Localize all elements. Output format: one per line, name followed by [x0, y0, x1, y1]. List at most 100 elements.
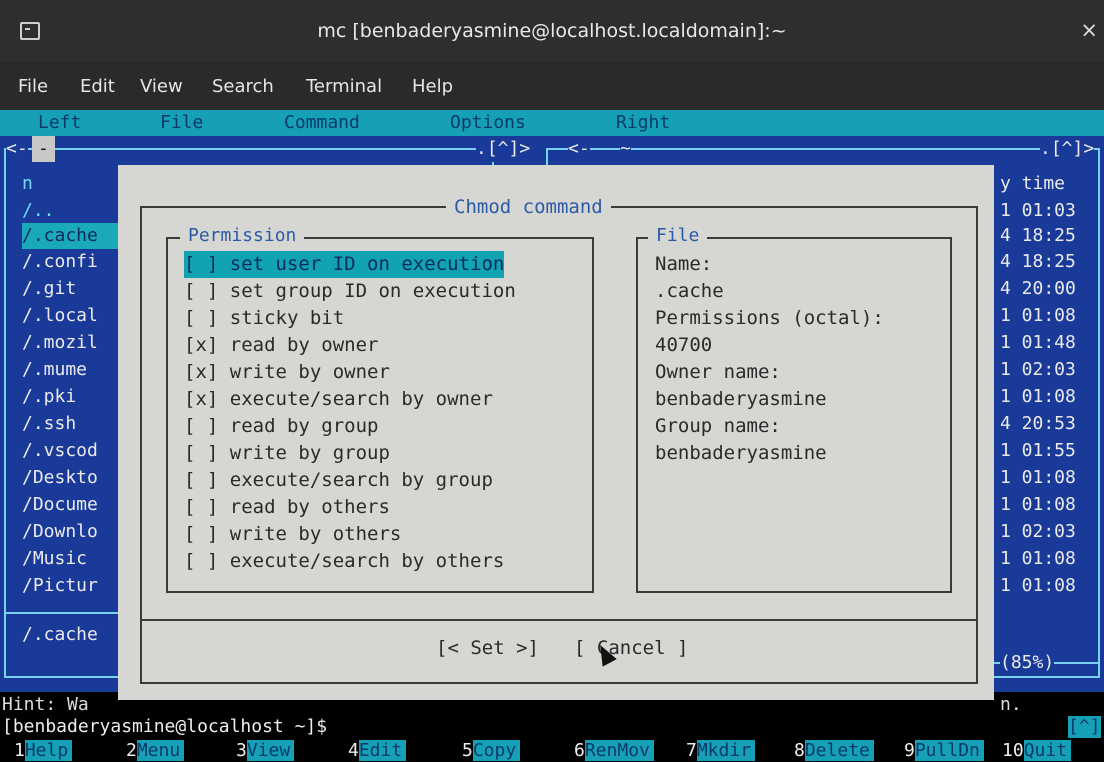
perm-checkbox[interactable]: [ ] [184, 280, 218, 302]
perm-label: write by group [229, 442, 390, 464]
time-cell: 1 01:08 [1000, 305, 1076, 326]
perm-checkbox[interactable]: [ ] [184, 469, 218, 491]
file-item[interactable]: /.pki [22, 384, 76, 410]
perm-checkbox[interactable]: [ ] [184, 442, 218, 464]
permissions-octal-label: Permissions (octal): [655, 307, 884, 329]
perm-label: write by owner [229, 361, 390, 383]
set-button[interactable]: [< Set >] [436, 635, 539, 662]
perm-checkbox[interactable]: [x] [184, 334, 218, 356]
perm-label: read by others [229, 496, 390, 518]
mc-menu-command[interactable]: Command [284, 110, 360, 136]
owner-name-label: Owner name: [655, 361, 781, 383]
perm-setuid[interactable]: [ ] set user ID on execution [184, 251, 505, 278]
perm-owner-exec[interactable]: [x] execute/search by owner [184, 386, 493, 413]
right-panel-hist[interactable]: .[^]> [1040, 136, 1095, 162]
perm-group-write[interactable]: [ ] write by group [184, 440, 390, 467]
fkey-menu[interactable]: 2Menu [126, 740, 185, 762]
time-cell: 1 02:03 [1000, 359, 1076, 380]
fkey-help[interactable]: 1Help [14, 740, 73, 762]
shell-prompt[interactable]: [benbaderyasmine@localhost ~]$ [^] [0, 716, 1104, 738]
mc-menu-right[interactable]: Right [616, 110, 670, 136]
column-header[interactable]: y time [1000, 171, 1065, 197]
time-cell: 1 01:55 [1000, 440, 1076, 461]
perm-checkbox[interactable]: [x] [184, 388, 218, 410]
perm-others-read[interactable]: [ ] read by others [184, 494, 390, 521]
menu-file[interactable]: File [18, 76, 48, 97]
menu-terminal[interactable]: Terminal [306, 76, 382, 97]
file-info-label: File [648, 225, 708, 247]
file-item[interactable]: /.mozil [22, 330, 98, 356]
file-item-selected[interactable]: /.cache [22, 223, 118, 249]
file-item[interactable]: n [22, 171, 33, 197]
file-item[interactable]: /Music [22, 546, 87, 572]
group-name-value: benbaderyasmine [655, 442, 827, 464]
perm-checkbox[interactable]: [ ] [184, 496, 218, 518]
menu-help[interactable]: Help [412, 76, 453, 97]
perm-checkbox[interactable]: [ ] [184, 415, 218, 437]
menu-view[interactable]: View [140, 76, 183, 97]
perm-owner-read[interactable]: [x] read by owner [184, 332, 379, 359]
owner-name-value: benbaderyasmine [655, 388, 827, 410]
perm-label: read by owner [229, 334, 379, 356]
time-cell: 1 01:08 [1000, 548, 1076, 569]
close-icon[interactable]: × [1080, 18, 1098, 42]
perm-others-exec[interactable]: [ ] execute/search by others [184, 548, 504, 575]
right-panel-arrow[interactable]: <- [568, 136, 590, 162]
name-value: .cache [655, 280, 724, 302]
file-item[interactable]: /.confi [22, 249, 98, 275]
perm-label: execute/search by others [229, 550, 505, 572]
file-item[interactable]: /.mume [22, 357, 87, 383]
mc-menu-left[interactable]: Left [38, 110, 81, 136]
mc-menu-file[interactable]: File [160, 110, 203, 136]
fkey-view[interactable]: 3View [236, 740, 295, 762]
perm-checkbox[interactable]: [ ] [184, 523, 218, 545]
file-item[interactable]: /.local [22, 303, 98, 329]
fkey-pulldn[interactable]: 9PullDn [904, 740, 984, 762]
perm-checkbox[interactable]: [x] [184, 361, 218, 383]
left-panel-sort-button[interactable]: - [32, 136, 55, 162]
time-cell: 1 02:03 [1000, 521, 1076, 542]
perm-label: read by group [229, 415, 379, 437]
file-item[interactable]: /Docume [22, 492, 98, 518]
file-item[interactable]: /Deskto [22, 465, 98, 491]
perm-setgid[interactable]: [ ] set group ID on execution [184, 278, 516, 305]
time-cell: 1 01:08 [1000, 575, 1076, 596]
file-item[interactable]: /Pictur [22, 573, 98, 599]
window-titlebar: mc [benbaderyasmine@localhost.localdomai… [0, 0, 1104, 62]
perm-group-exec[interactable]: [ ] execute/search by group [184, 467, 493, 494]
perm-label: write by others [229, 523, 402, 545]
fkey-quit[interactable]: 10Quit [1002, 740, 1072, 762]
perm-sticky[interactable]: [ ] sticky bit [184, 305, 344, 332]
perm-checkbox[interactable]: [ ] [184, 253, 218, 275]
prompt-history-button[interactable]: [^] [1068, 716, 1101, 738]
left-panel-arrow[interactable]: <- [6, 136, 28, 162]
menu-search[interactable]: Search [212, 76, 274, 97]
file-item[interactable]: /.git [22, 276, 76, 302]
name-label: Name: [655, 253, 713, 275]
cancel-button[interactable]: [ Cancel ] [574, 635, 688, 662]
time-cell: 1 01:08 [1000, 386, 1076, 407]
chmod-dialog: Chmod command Permission File [ ] set us… [118, 165, 994, 700]
left-panel-hist[interactable]: .[^]> [476, 136, 531, 162]
perm-checkbox[interactable]: [ ] [184, 550, 218, 572]
fkey-edit[interactable]: 4Edit [348, 740, 407, 762]
file-item[interactable]: /.vscod [22, 438, 98, 464]
permission-label: Permission [180, 225, 305, 247]
fkey-renmov[interactable]: 6RenMov [574, 740, 654, 762]
time-cell: 4 20:00 [1000, 278, 1076, 299]
file-item[interactable]: /Downlo [22, 519, 98, 545]
mc-menu-options[interactable]: Options [450, 110, 526, 136]
fkey-copy[interactable]: 5Copy [462, 740, 521, 762]
perm-checkbox[interactable]: [ ] [184, 307, 218, 329]
hint-text-end: n. [1000, 694, 1022, 715]
perm-owner-write[interactable]: [x] write by owner [184, 359, 390, 386]
perm-group-read[interactable]: [ ] read by group [184, 413, 379, 440]
menu-edit[interactable]: Edit [80, 76, 115, 97]
file-item[interactable]: /.ssh [22, 411, 76, 437]
file-item[interactable]: /.. [22, 198, 55, 224]
time-cell: 1 01:48 [1000, 332, 1076, 353]
perm-others-write[interactable]: [ ] write by others [184, 521, 401, 548]
fkey-mkdir[interactable]: 7Mkdir [686, 740, 756, 762]
fkey-delete[interactable]: 8Delete [794, 740, 874, 762]
time-cell: 4 18:25 [1000, 225, 1076, 246]
